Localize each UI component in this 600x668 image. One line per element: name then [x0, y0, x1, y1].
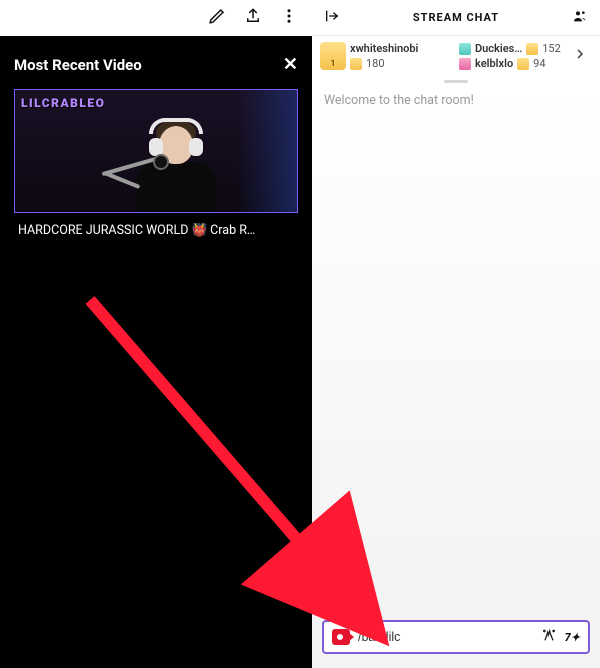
share-icon[interactable]	[244, 7, 262, 29]
thumb-badge: LILCRABLEO	[21, 96, 105, 110]
gift-icon	[459, 43, 471, 55]
identity-badge-icon[interactable]	[332, 629, 350, 645]
video-card[interactable]: LILCRABLEO	[14, 89, 298, 213]
community-icon[interactable]	[572, 8, 588, 28]
gifter-name: Duckies…	[475, 42, 522, 55]
gift-icon	[350, 58, 362, 70]
welcome-text: Welcome to the chat room!	[324, 93, 474, 108]
edit-icon[interactable]	[208, 7, 226, 29]
gifter-name: xwhiteshinobi	[350, 42, 418, 55]
recent-video-panel: Most Recent Video ✕ LILCRABLEO	[0, 36, 312, 668]
gifter-top[interactable]: xwhiteshinobi	[350, 42, 455, 55]
panel-header: Most Recent Video ✕	[14, 54, 298, 75]
gift-rank1-icon	[320, 42, 346, 70]
collapse-chat-icon[interactable]	[324, 8, 340, 28]
gifter-second[interactable]: Duckies… 152	[459, 42, 564, 55]
gift-icon	[526, 43, 538, 55]
gifter-third[interactable]: kelblxlo 94	[459, 57, 564, 70]
chevron-right-icon[interactable]	[568, 42, 592, 70]
chat-messages[interactable]: Welcome to the chat room!	[312, 83, 600, 612]
bits-badge[interactable]: 7✦	[565, 631, 580, 644]
panel-title: Most Recent Video	[14, 56, 142, 74]
cheer-icon[interactable]	[541, 627, 557, 647]
chat-column: STREAM CHAT xwhiteshinobi 180 Duckies… 1…	[312, 0, 600, 668]
video-top-toolbar	[0, 0, 312, 36]
input-icons: 7✦	[541, 627, 580, 647]
gift-icon	[517, 58, 529, 70]
gifter-top-count: 180	[350, 57, 455, 70]
more-vertical-icon[interactable]	[280, 7, 298, 29]
video-title: HARDCORE JURASSIC WORLD 👹 Crab R…	[14, 213, 298, 238]
chat-header-title: STREAM CHAT	[413, 11, 499, 24]
chat-text-input[interactable]	[358, 630, 533, 644]
close-icon[interactable]: ✕	[283, 54, 298, 75]
chat-input-area: 7✦	[312, 612, 600, 668]
chat-header: STREAM CHAT	[312, 0, 600, 36]
gift-icon	[459, 58, 471, 70]
chat-input[interactable]: 7✦	[322, 620, 590, 654]
video-thumbnail[interactable]: LILCRABLEO	[15, 90, 297, 212]
gifters-row: xwhiteshinobi 180 Duckies… 152 kelblxlo …	[312, 36, 600, 80]
video-panel-column: Most Recent Video ✕ LILCRABLEO	[0, 0, 312, 668]
gifter-name: kelblxlo	[475, 57, 513, 70]
